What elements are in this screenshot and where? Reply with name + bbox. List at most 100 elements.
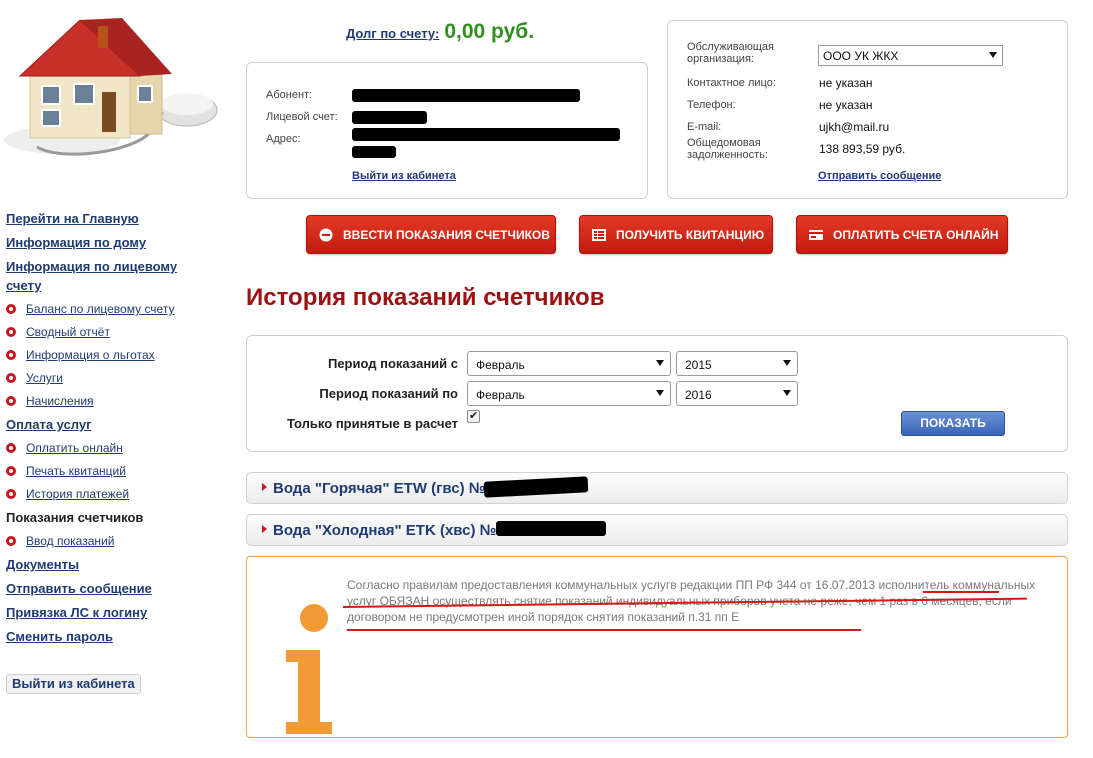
from-year-select[interactable]: 2015 (676, 351, 798, 376)
house-debt-value: 138 893,59 руб. (819, 142, 906, 156)
highlight-underline (347, 629, 861, 631)
sidebar-subitem-label: Ввод показаний (26, 534, 115, 548)
org-label: Обслуживающая организация: (687, 41, 774, 65)
sidebar-subitem-enter-readings[interactable]: Ввод показаний (6, 532, 206, 550)
meter-hot-water-title: Вода "Горячая" ETW (гвс) № (273, 480, 486, 497)
debt-label-link[interactable]: Долг по счету: (346, 26, 439, 41)
receipt-icon (592, 228, 606, 241)
dropdown-arrow-icon (656, 360, 664, 366)
sidebar-subitem-benefits[interactable]: Информация о льготах (6, 346, 206, 364)
sidebar-item-account-info[interactable]: Информация по лицевому счету (6, 257, 191, 295)
page: Долг по счету: 0,00 руб. Абонент: Лицево… (0, 0, 1093, 758)
period-from-label: Период показаний с (327, 356, 458, 371)
enter-readings-button[interactable]: ВВЕСТИ ПОКАЗАНИЯ СЧЕТЧИКОВ (306, 215, 556, 254)
info-icon (286, 604, 332, 734)
debt-summary: Долг по счету: 0,00 руб. (346, 20, 534, 46)
bullet-icon (6, 396, 16, 406)
bullet-icon (6, 327, 16, 337)
sidebar-subitem-print-receipts[interactable]: Печать квитанций (6, 462, 206, 480)
sidebar-subitem-pay-online[interactable]: Оплатить онлайн (6, 439, 206, 457)
from-month-select[interactable]: Февраль (467, 351, 671, 376)
email-value: ujkh@mail.ru (819, 120, 890, 134)
sidebar-nav: Перейти на Главную Информация по дому Ин… (6, 209, 206, 651)
logout-button-sidebar[interactable]: Выйти из кабинета (6, 674, 141, 694)
house-debt-label: Общедомовая задолженность: (687, 137, 768, 161)
to-month-select[interactable]: Февраль (467, 381, 671, 406)
address-label: Адрес: (266, 133, 301, 145)
debt-value: 0,00 руб. (444, 20, 535, 43)
house-mouse-logo (4, 18, 218, 156)
abonent-label: Абонент: (266, 89, 313, 101)
accepted-only-checkbox[interactable] (467, 409, 480, 423)
dropdown-arrow-icon (656, 390, 664, 396)
show-button[interactable]: ПОКАЗАТЬ (901, 411, 1005, 436)
sidebar-subitem-label: История платежей (26, 487, 130, 501)
sidebar-subitem-balance[interactable]: Баланс по лицевому счету (6, 300, 206, 318)
sidebar-subitem-payment-history[interactable]: История платежей (6, 485, 206, 503)
sidebar-subitem-label: Печать квитанций (26, 464, 126, 478)
sidebar-subitem-label: Информация о льготах (26, 348, 155, 362)
bullet-icon (6, 466, 16, 476)
sidebar-item-house-info[interactable]: Информация по дому (6, 233, 206, 252)
sidebar-item-documents[interactable]: Документы (6, 555, 206, 574)
meter-cold-number-redacted (496, 521, 606, 536)
get-receipt-button[interactable]: ПОЛУЧИТЬ КВИТАНЦИЮ (579, 215, 773, 254)
meter-icon (319, 228, 333, 241)
email-label: E-mail: (687, 121, 722, 133)
account-number-label: Лицевой счет: (266, 111, 338, 123)
sidebar-subitem-services[interactable]: Услуги (6, 369, 206, 387)
from-year-value: 2015 (685, 358, 712, 372)
meter-cold-water-accordion[interactable]: Вода "Холодная" ETK (хвс) № (246, 514, 1068, 546)
sidebar-item-send-message[interactable]: Отправить сообщение (6, 579, 206, 598)
pay-online-button[interactable]: ОПЛАТИТЬ СЧЕТА ОНЛАЙН (796, 215, 1008, 254)
to-year-value: 2016 (685, 388, 712, 402)
get-receipt-label: ПОЛУЧИТЬ КВИТАНЦИЮ (616, 227, 765, 242)
logout-link-card[interactable]: Выйти из кабинета (352, 170, 456, 182)
from-month-value: Февраль (476, 358, 525, 372)
sidebar-item-change-password[interactable]: Сменить пароль (6, 627, 206, 646)
contact-label: Контактное лицо: (687, 77, 776, 89)
sidebar-item-payment[interactable]: Оплата услуг (6, 415, 206, 434)
sidebar-subitem-label: Услуги (26, 371, 63, 385)
sidebar-subitem-label: Начисления (26, 394, 94, 408)
bullet-icon (6, 489, 16, 499)
org-select[interactable]: ООО УК ЖКХ (818, 45, 1003, 66)
bullet-icon (6, 536, 16, 546)
sidebar-subitem-charges[interactable]: Начисления (6, 392, 206, 410)
to-month-value: Февраль (476, 388, 525, 402)
org-select-value: ООО УК ЖКХ (823, 49, 899, 63)
to-year-select[interactable]: 2016 (676, 381, 798, 406)
contact-value: не указан (819, 76, 873, 90)
dropdown-arrow-icon (783, 360, 791, 366)
sidebar-subitem-summary-report[interactable]: Сводный отчёт (6, 323, 206, 341)
meter-hot-water-accordion[interactable]: Вода "Горячая" ETW (гвс) № (246, 472, 1068, 504)
sidebar-subitem-label: Баланс по лицевому счету (26, 302, 175, 316)
highlight-underline (923, 591, 999, 593)
sidebar-item-meter-readings[interactable]: Показания счетчиков (6, 508, 206, 527)
phone-label: Телефон: (687, 99, 736, 111)
bullet-icon (6, 443, 16, 453)
bullet-icon (6, 373, 16, 383)
sidebar-subitem-label: Сводный отчёт (26, 325, 110, 339)
meter-cold-water-title: Вода "Холодная" ETK (хвс) № (273, 522, 497, 539)
sidebar-item-home[interactable]: Перейти на Главную (6, 209, 206, 228)
account-number-redacted (352, 111, 427, 124)
pay-online-label: ОПЛАТИТЬ СЧЕТА ОНЛАЙН (833, 227, 999, 242)
address-redacted-line1 (352, 128, 620, 141)
dropdown-arrow-icon (783, 390, 791, 396)
accepted-only-label: Только принятые в расчет (286, 416, 458, 431)
sidebar-subitem-label: Оплатить онлайн (26, 441, 123, 455)
abonent-redacted (352, 89, 580, 102)
enter-readings-label: ВВЕСТИ ПОКАЗАНИЯ СЧЕТЧИКОВ (343, 227, 550, 242)
address-redacted-line2 (352, 146, 396, 158)
expand-arrow-icon (262, 525, 267, 533)
sidebar-item-bind-login[interactable]: Привязка ЛС к логину (6, 603, 206, 622)
dropdown-arrow-icon (989, 52, 997, 58)
credit-card-icon (809, 229, 823, 240)
send-message-link[interactable]: Отправить сообщение (818, 170, 941, 182)
bullet-icon (6, 304, 16, 314)
phone-value: не указан (819, 98, 873, 112)
bullet-icon (6, 350, 16, 360)
expand-arrow-icon (262, 483, 267, 491)
period-to-label: Период показаний по (319, 386, 458, 401)
